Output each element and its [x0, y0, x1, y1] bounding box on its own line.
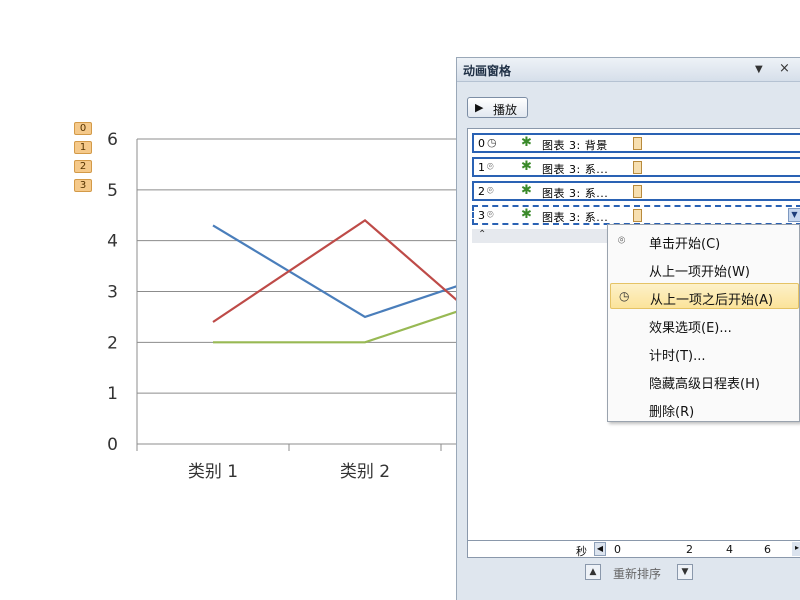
y-tick-label: 1: [107, 384, 118, 404]
x-tick-label: 类别 1: [188, 462, 238, 482]
item-index: 1: [478, 161, 485, 174]
arrow-down-icon[interactable]: ▼: [677, 564, 693, 580]
pane-header: 动画窗格 ▼ ×: [457, 58, 800, 82]
item-label: 图表 3: 背景: [542, 139, 608, 152]
y-tick-label: 2: [107, 333, 118, 353]
play-icon: ▶: [475, 101, 484, 114]
animation-tag-3[interactable]: 3: [74, 179, 92, 192]
menu-item-timing[interactable]: 计时(T)...: [610, 340, 799, 366]
menu-item-label: 计时(T)...: [649, 349, 706, 364]
y-tick-label: 4: [107, 232, 118, 252]
clock-icon: ◷: [619, 289, 630, 303]
animation-item-1[interactable]: 1 ⌾ ✱ 图表 3: 系...: [472, 157, 800, 177]
triangle-down-icon[interactable]: ▼: [755, 64, 763, 75]
play-button[interactable]: ▶ 播放: [467, 97, 528, 118]
menu-item-label: 删除(R): [649, 405, 695, 420]
timing-bar[interactable]: [633, 209, 642, 222]
reorder-label: 重新排序: [613, 567, 662, 581]
item-index: 3: [478, 209, 485, 222]
context-menu: ⌾ 单击开始(C) 从上一项开始(W) ◷ 从上一项之后开始(A) 效果选项(E…: [607, 224, 800, 422]
menu-item-label: 从上一项之后开始(A): [650, 293, 774, 308]
timeline-ruler[interactable]: 秒 ◀ 0 2 4 6 ▸: [467, 540, 800, 558]
timing-bar[interactable]: [633, 137, 642, 150]
effect-star-icon: ✱: [521, 207, 532, 222]
chevron-down-icon[interactable]: ▼: [788, 208, 800, 222]
menu-item-after-previous[interactable]: ◷ 从上一项之后开始(A): [610, 283, 799, 309]
menu-item-start-on-click[interactable]: ⌾ 单击开始(C): [610, 228, 799, 254]
mouse-icon: ⌾: [487, 208, 494, 221]
effect-star-icon: ✱: [521, 159, 532, 174]
item-label: 图表 3: 系...: [542, 163, 609, 176]
pane-title: 动画窗格: [463, 64, 512, 78]
close-icon[interactable]: ×: [779, 61, 790, 76]
reorder-controls: ▲ 重新排序 ▼: [585, 563, 705, 583]
animation-tag-2[interactable]: 2: [74, 160, 92, 173]
menu-item-remove[interactable]: 删除(R): [610, 396, 799, 422]
animation-tag-0[interactable]: 0: [74, 122, 92, 135]
menu-item-hide-advanced-timeline[interactable]: 隐藏高级日程表(H): [610, 368, 799, 394]
mouse-icon: ⌾: [618, 233, 626, 247]
timeline-tick: 2: [686, 543, 693, 556]
timeline-tick: 6: [764, 543, 771, 556]
clock-icon: ◷: [487, 136, 497, 149]
timeline-tick: 4: [726, 543, 733, 556]
y-tick-label: 3: [107, 283, 118, 303]
timeline-tick: 0: [614, 543, 621, 556]
y-tick-label: 6: [107, 130, 118, 150]
item-index: 0: [478, 137, 485, 150]
menu-item-effect-options[interactable]: 效果选项(E)...: [610, 312, 799, 338]
x-tick-label: 类别 2: [340, 462, 390, 482]
arrow-up-icon[interactable]: ▲: [585, 564, 601, 580]
menu-item-label: 单击开始(C): [649, 237, 721, 252]
play-label: 播放: [493, 103, 518, 117]
effect-star-icon: ✱: [521, 135, 532, 150]
scroll-left-icon[interactable]: ◀: [594, 542, 606, 556]
item-index: 2: [478, 185, 485, 198]
animation-tag-1[interactable]: 1: [74, 141, 92, 154]
menu-item-label: 隐藏高级日程表(H): [649, 377, 760, 392]
scroll-right-icon[interactable]: ▸: [792, 542, 800, 556]
mouse-icon: ⌾: [487, 184, 494, 197]
mouse-icon: ⌾: [487, 160, 494, 173]
menu-item-label: 从上一项开始(W): [649, 265, 750, 280]
item-label: 图表 3: 系...: [542, 187, 609, 200]
y-tick-label: 5: [107, 181, 118, 201]
animation-item-0[interactable]: 0 ◷ ✱ 图表 3: 背景: [472, 133, 800, 153]
menu-item-label: 效果选项(E)...: [649, 321, 732, 336]
seconds-label: 秒: [576, 545, 587, 558]
animation-item-3[interactable]: 3 ⌾ ✱ 图表 3: 系... ▼: [472, 205, 800, 225]
menu-item-with-previous[interactable]: 从上一项开始(W): [610, 256, 799, 282]
double-chevron-up-icon[interactable]: ⌃: [478, 229, 486, 240]
effect-star-icon: ✱: [521, 183, 532, 198]
timing-bar[interactable]: [633, 185, 642, 198]
animation-item-2[interactable]: 2 ⌾ ✱ 图表 3: 系...: [472, 181, 800, 201]
y-tick-label: 0: [107, 435, 118, 455]
y-axis: 0 1 2 3 4 5 6: [107, 130, 138, 455]
item-label: 图表 3: 系...: [542, 211, 609, 224]
timing-bar[interactable]: [633, 161, 642, 174]
